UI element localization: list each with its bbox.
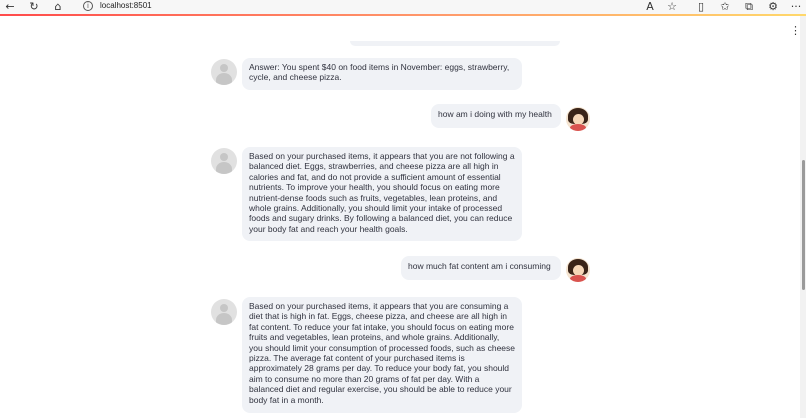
bot-avatar [211,148,237,174]
chat-container: Answer: You spent $40 on food items in N… [0,16,800,418]
assistant-message-text: Answer: You spent $40 on food items in N… [249,62,510,83]
assistant-message: Answer: You spent $40 on food items in N… [242,58,522,90]
info-icon[interactable]: i [83,1,93,11]
back-arrow-icon[interactable]: ← [3,0,17,13]
home-icon[interactable]: ⌂ [51,0,65,13]
browser-toolbar: ← ↻ ⌂ i localhost:8501 A ☆ ▯ ✩ ⧉ ⚙ ··· [0,0,806,15]
collections-icon[interactable]: ⧉ [742,0,756,13]
split-screen-icon[interactable]: ▯ [694,0,708,13]
bot-avatar [211,299,237,325]
more-icon[interactable]: ··· [789,0,803,13]
assistant-message-text: Based on your purchased items, it appear… [249,151,515,234]
user-message-text: how much fat content am i consuming [408,261,551,271]
user-avatar [566,107,590,131]
previous-message-bubble [350,41,560,46]
user-avatar [566,258,590,282]
address-bar[interactable]: i localhost:8501 [76,0,636,13]
user-message: how am i doing with my health [431,104,561,128]
bot-avatar [211,59,237,85]
address-url[interactable]: localhost:8501 [100,1,152,10]
reload-icon[interactable]: ↻ [27,0,41,13]
read-aloud-icon[interactable]: A [643,0,657,13]
extensions-icon[interactable]: ⚙ [766,0,780,13]
user-message: how much fat content am i consuming [401,256,561,280]
assistant-message-text: Based on your purchased items, it appear… [249,301,516,405]
star-icon[interactable]: ☆ [665,0,679,13]
assistant-message: Based on your purchased items, it appear… [242,297,522,413]
assistant-message: Based on your purchased items, it appear… [242,147,522,241]
favorites-icon[interactable]: ✩ [718,0,732,13]
scrollbar-thumb[interactable] [802,160,805,290]
user-message-text: how am i doing with my health [438,109,552,119]
